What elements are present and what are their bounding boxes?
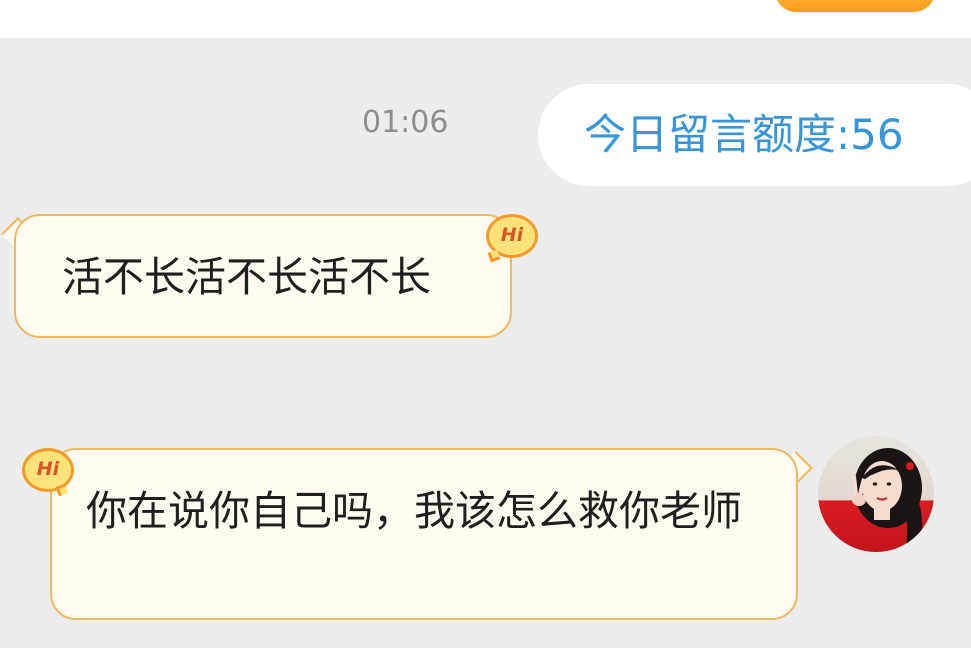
message-text: 活不长活不长活不长 — [62, 253, 431, 301]
outgoing-message-bubble[interactable]: 你在说你自己吗，我该怎么救你老师 — [50, 448, 798, 620]
quota-text: 今日留言额度:56 — [584, 110, 904, 159]
message-timestamp: 01:06 — [362, 105, 449, 140]
top-bar — [0, 0, 971, 38]
quota-notice: 今日留言额度:56 — [538, 84, 971, 186]
message-text: 你在说你自己吗，我该怎么救你老师 — [86, 487, 742, 535]
incoming-message-bubble[interactable]: 活不长活不长活不长 — [14, 214, 512, 338]
hi-badge-icon: Hi — [22, 448, 74, 492]
avatar-portrait-icon — [852, 448, 923, 548]
user-avatar[interactable] — [818, 436, 934, 552]
action-button[interactable] — [775, 0, 935, 12]
hi-badge-icon: Hi — [486, 214, 538, 258]
